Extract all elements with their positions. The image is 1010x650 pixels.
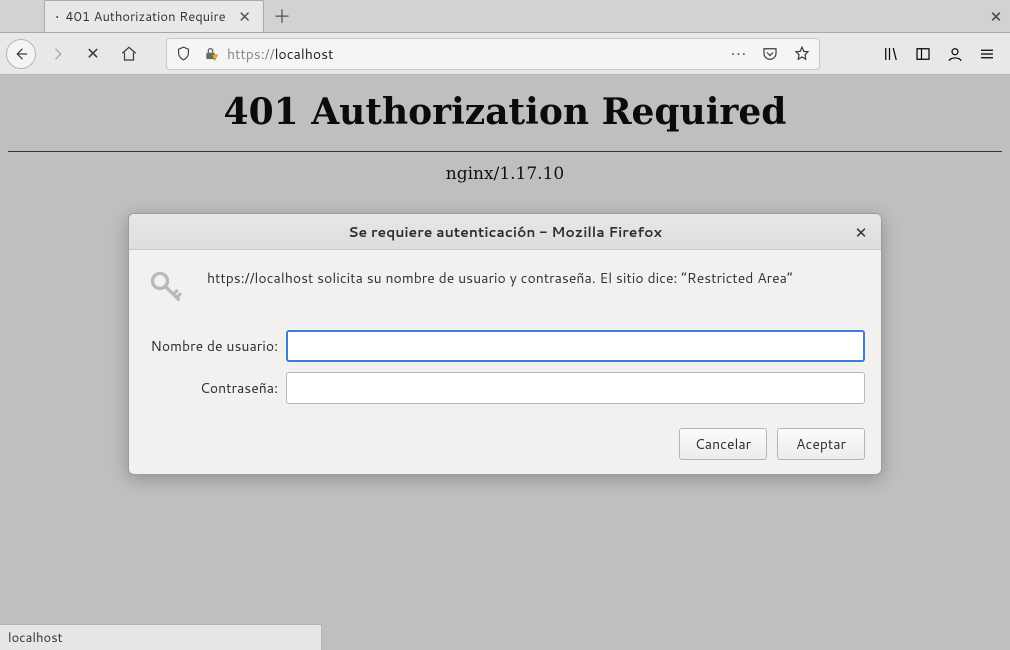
urlbar-leading (175, 45, 219, 62)
account-icon[interactable] (946, 45, 964, 63)
dialog-title: Se requiere autenticación - Mozilla Fire… (348, 222, 662, 242)
forward-button[interactable] (42, 39, 72, 69)
dialog-body: https://localhost solicita su nombre de … (129, 250, 881, 418)
dialog-form: Nombre de usuario: Contraseña: (143, 330, 865, 404)
tab-strip: • 401 Authorization Require ✕ ＋ ✕ (0, 0, 1010, 33)
page-divider (8, 151, 1002, 152)
page-heading: 401 Authorization Required (0, 91, 1010, 133)
navigation-toolbar: ✕ https://localhost ••• (0, 33, 1010, 75)
key-icon (143, 264, 191, 312)
shield-icon[interactable] (175, 45, 192, 62)
server-line: nginx/1.17.10 (0, 164, 1010, 184)
back-button[interactable] (6, 39, 36, 69)
cancel-button[interactable]: Cancelar (679, 428, 767, 460)
dialog-message-row: https://localhost solicita su nombre de … (143, 264, 865, 312)
forward-arrow-icon (48, 45, 66, 63)
stop-button[interactable]: ✕ (78, 39, 108, 69)
auth-dialog: Se requiere autenticación - Mozilla Fire… (128, 213, 882, 475)
browser-tab[interactable]: • 401 Authorization Require ✕ (44, 0, 264, 32)
home-button[interactable] (114, 39, 144, 69)
tab-modified-indicator: • (55, 10, 59, 24)
close-icon: ✕ (86, 42, 99, 65)
accept-button[interactable]: Aceptar (777, 428, 865, 460)
close-icon: ✕ (855, 222, 868, 243)
back-arrow-icon (12, 45, 30, 63)
lock-warning-icon[interactable] (202, 45, 219, 62)
dialog-button-row: Cancelar Aceptar (129, 418, 881, 474)
plus-icon: ＋ (273, 3, 291, 29)
library-icon[interactable] (882, 45, 900, 63)
ellipsis-icon[interactable]: ••• (731, 44, 747, 64)
url-host: localhost (275, 44, 334, 64)
password-label: Contraseña: (143, 378, 278, 398)
tabstrip-gap (300, 0, 982, 32)
home-icon (120, 45, 138, 63)
new-tab-button[interactable]: ＋ (264, 0, 300, 32)
window-close-icon[interactable]: ✕ (982, 0, 1010, 32)
username-input[interactable] (286, 330, 865, 362)
urlbar-trailing: ••• (731, 44, 811, 64)
hamburger-menu-icon[interactable] (978, 45, 996, 63)
url-text: https://localhost (227, 44, 723, 64)
status-text: localhost (8, 629, 63, 647)
pocket-icon[interactable] (761, 45, 779, 63)
url-scheme: https:// (227, 44, 275, 64)
sidebar-icon[interactable] (914, 45, 932, 63)
password-input[interactable] (286, 372, 865, 404)
dialog-message: https://localhost solicita su nombre de … (207, 264, 865, 288)
dialog-close-button[interactable]: ✕ (851, 222, 871, 242)
toolbar-right (882, 45, 1004, 63)
tab-title: 401 Authorization Require (65, 8, 230, 26)
tabstrip-left-spacer (0, 0, 44, 32)
tab-close-icon[interactable]: ✕ (236, 6, 253, 27)
dialog-titlebar: Se requiere autenticación - Mozilla Fire… (129, 214, 881, 250)
star-icon[interactable] (793, 45, 811, 63)
username-label: Nombre de usuario: (143, 336, 278, 356)
status-bar: localhost (0, 624, 322, 650)
url-bar[interactable]: https://localhost ••• (166, 38, 820, 70)
